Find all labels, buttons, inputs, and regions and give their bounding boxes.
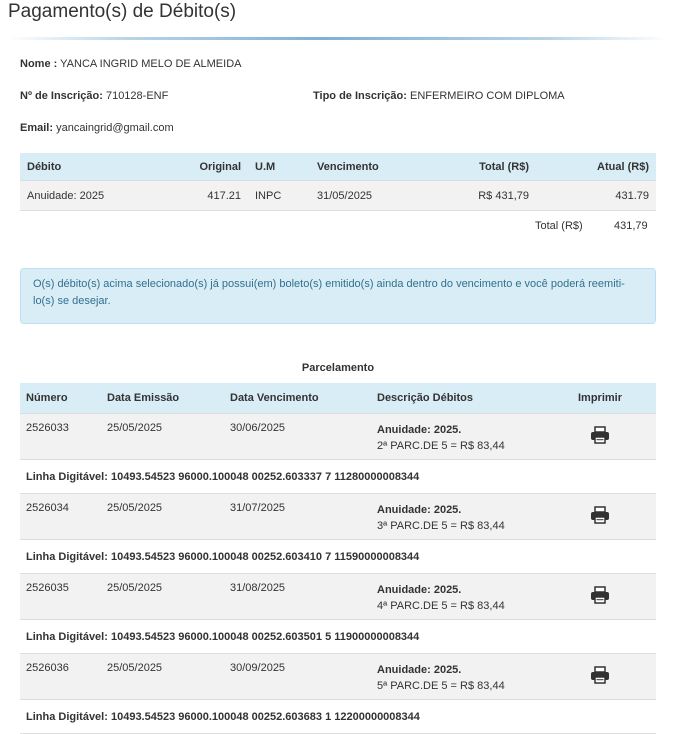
debit-name: Anuidade: 2025 <box>20 180 156 211</box>
table-row: Anuidade: 2025 417.21 INPC 31/05/2025 R$… <box>20 180 656 211</box>
digitable-line: Linha Digitável: 10493.54523 96000.10004… <box>20 459 656 494</box>
installments-caption: Parcelamento <box>301 362 375 374</box>
description-detail: 3ª PARC.DE 5 = R$ 83,44 <box>377 520 505 532</box>
installment-number: 2526033 <box>20 413 101 460</box>
digitable-line: Linha Digitável: 10493.54523 96000.10004… <box>20 539 656 574</box>
digitable-line: Linha Digitável: 10493.54523 96000.10004… <box>20 619 656 654</box>
email-value: yancaingrid@gmail.com <box>56 122 174 134</box>
registration-value: 710128-ENF <box>105 90 169 102</box>
digitable-line: Linha Digitável: 10493.54523 96000.10004… <box>20 699 656 734</box>
name-value: YANCA INGRID MELO DE ALMEIDA <box>60 58 242 70</box>
printer-icon[interactable] <box>590 585 610 605</box>
digitable-line-value[interactable]: 10493.54523 96000.100048 00252.603501 5 … <box>111 631 419 643</box>
description-title: Anuidade: 2025. <box>377 584 462 596</box>
installment-number: 2526034 <box>20 493 101 540</box>
debit-um: INPC <box>248 180 310 211</box>
description-title: Anuidade: 2025. <box>377 504 462 516</box>
digitable-line-label: Linha Digitável: <box>26 550 108 563</box>
digitable-line-row: Linha Digitável: 10493.54523 96000.10004… <box>20 459 656 494</box>
col-um: U.M <box>248 153 310 181</box>
description-detail: 5ª PARC.DE 5 = R$ 83,44 <box>377 680 505 692</box>
title-divider <box>8 37 668 40</box>
print-cell <box>544 653 656 700</box>
description-detail: 2ª PARC.DE 5 = R$ 83,44 <box>377 440 505 452</box>
digitable-line-row: Linha Digitável: 10493.54523 96000.10004… <box>20 539 656 574</box>
col-data-emissao: Data Emissão <box>101 383 224 414</box>
col-imprimir: Imprimir <box>544 383 656 414</box>
digitable-line-label: Linha Digitável: <box>26 630 108 643</box>
installment-issue-date: 25/05/2025 <box>101 653 224 700</box>
installment-due-date: 31/08/2025 <box>224 573 371 620</box>
col-atual: Atual (R$) <box>536 153 656 181</box>
name-label: Nome : <box>20 58 58 70</box>
installment-row: 2526035 25/05/2025 31/08/2025 Anuidade: … <box>20 573 656 620</box>
col-data-vencimento: Data Vencimento <box>224 383 371 414</box>
total-label: Total (R$) <box>535 220 583 232</box>
printer-icon[interactable] <box>590 665 610 685</box>
registration-field: Nº de Inscrição: 710128-ENF <box>20 90 168 102</box>
digitable-line-row: Linha Digitável: 10493.54523 96000.10004… <box>20 619 656 654</box>
col-descricao: Descrição Débitos <box>371 383 544 414</box>
digitable-line-value[interactable]: 10493.54523 96000.100048 00252.603410 7 … <box>111 551 419 563</box>
print-cell <box>544 493 656 540</box>
email-field: Email: yancaingrid@gmail.com <box>20 122 174 134</box>
print-cell <box>544 413 656 460</box>
name-field: Nome : YANCA INGRID MELO DE ALMEIDA <box>20 58 241 70</box>
digitable-line-value[interactable]: 10493.54523 96000.100048 00252.603683 1 … <box>111 711 420 723</box>
digitable-line-row: Linha Digitável: 10493.54523 96000.10004… <box>20 699 656 734</box>
installments-header-row: Número Data Emissão Data Vencimento Desc… <box>20 383 656 414</box>
registration-type-label: Tipo de Inscrição: <box>313 90 407 102</box>
registration-label: Nº de Inscrição: <box>20 90 103 102</box>
digitable-line-label: Linha Digitável: <box>26 470 108 483</box>
col-numero: Número <box>20 383 101 414</box>
description-title: Anuidade: 2025. <box>377 424 462 436</box>
installment-issue-date: 25/05/2025 <box>101 573 224 620</box>
installment-row: 2526033 25/05/2025 30/06/2025 Anuidade: … <box>20 413 656 460</box>
col-debito: Débito <box>20 153 156 181</box>
col-total: Total (R$) <box>420 153 536 181</box>
installment-number: 2526035 <box>20 573 101 620</box>
installment-issue-date: 25/05/2025 <box>101 413 224 460</box>
description-title: Anuidade: 2025. <box>377 664 462 676</box>
page-title: Pagamento(s) de Débito(s) <box>8 1 237 22</box>
col-vencimento: Vencimento <box>310 153 420 181</box>
debits-header-row: Débito Original U.M Vencimento Total (R$… <box>20 153 656 181</box>
debit-due-date: 31/05/2025 <box>310 180 420 211</box>
installment-row: 2526034 25/05/2025 31/07/2025 Anuidade: … <box>20 493 656 540</box>
total-value: 431,79 <box>614 220 648 232</box>
registration-type-value: ENFERMEIRO COM DIPLOMA <box>410 90 565 102</box>
debits-table: Débito Original U.M Vencimento Total (R$… <box>20 153 656 211</box>
digitable-line-value[interactable]: 10493.54523 96000.100048 00252.603337 7 … <box>111 471 419 483</box>
print-cell <box>544 573 656 620</box>
debit-original: 417.21 <box>156 180 248 211</box>
email-label: Email: <box>20 122 54 134</box>
installment-due-date: 30/06/2025 <box>224 413 371 460</box>
debit-total: R$ 431,79 <box>420 180 536 211</box>
installment-description: Anuidade: 2025. 3ª PARC.DE 5 = R$ 83,44 <box>371 493 544 540</box>
col-original: Original <box>156 153 248 181</box>
printer-icon[interactable] <box>590 505 610 525</box>
registration-type-field: Tipo de Inscrição: ENFERMEIRO COM DIPLOM… <box>313 90 565 102</box>
installment-description: Anuidade: 2025. 5ª PARC.DE 5 = R$ 83,44 <box>371 653 544 700</box>
installment-number: 2526036 <box>20 653 101 700</box>
installment-due-date: 31/07/2025 <box>224 493 371 540</box>
installments-table: Número Data Emissão Data Vencimento Desc… <box>20 383 656 734</box>
installment-row: 2526036 25/05/2025 30/09/2025 Anuidade: … <box>20 653 656 700</box>
installment-issue-date: 25/05/2025 <box>101 493 224 540</box>
debit-current: 431.79 <box>536 180 656 211</box>
digitable-line-label: Linha Digitável: <box>26 710 108 723</box>
info-alert: O(s) débito(s) acima selecionado(s) já p… <box>20 268 656 324</box>
printer-icon[interactable] <box>590 425 610 445</box>
description-detail: 4ª PARC.DE 5 = R$ 83,44 <box>377 600 505 612</box>
installment-due-date: 30/09/2025 <box>224 653 371 700</box>
installment-description: Anuidade: 2025. 4ª PARC.DE 5 = R$ 83,44 <box>371 573 544 620</box>
installment-description: Anuidade: 2025. 2ª PARC.DE 5 = R$ 83,44 <box>371 413 544 460</box>
